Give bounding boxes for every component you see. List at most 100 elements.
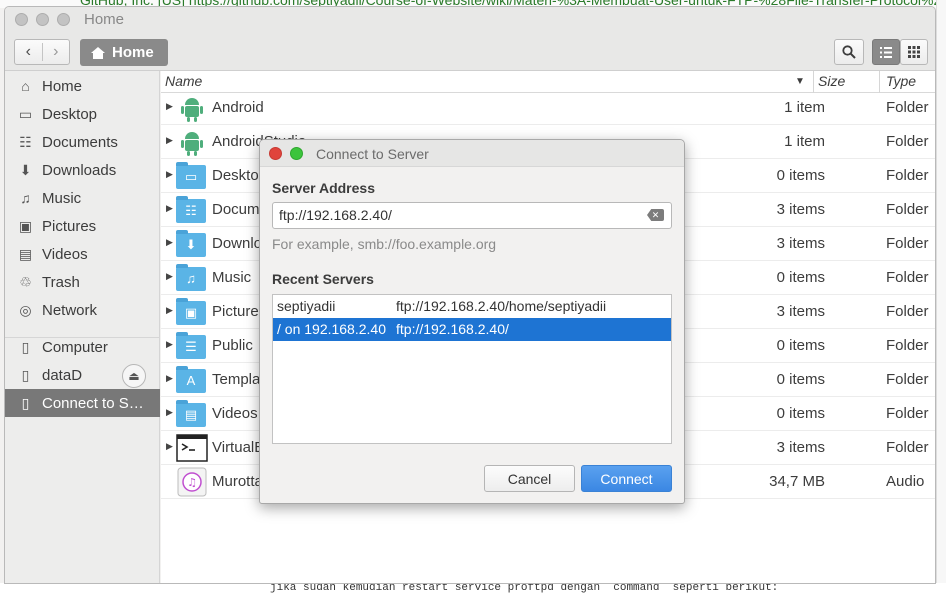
list-view-icon xyxy=(880,46,892,58)
background-document: jika sudah kemudian restart service prof… xyxy=(0,583,946,593)
sidebar-item-downloads[interactable]: ⬇ Downloads xyxy=(5,156,160,184)
column-divider xyxy=(813,71,814,93)
expand-arrow-icon[interactable]: ▶ xyxy=(166,101,173,112)
sidebar-item-connect-to-server[interactable]: ▯ Connect to S… xyxy=(5,389,160,417)
search-icon xyxy=(842,45,856,59)
expand-arrow-icon[interactable]: ▶ xyxy=(166,441,173,452)
videos-folder-icon: ▤ xyxy=(176,399,208,429)
recent-server-row[interactable]: / on 192.168.2.40 ftp://192.168.2.40/ xyxy=(273,318,671,341)
pictures-icon: ▣ xyxy=(18,217,33,234)
file-type: Folder xyxy=(886,133,929,150)
file-type: Folder xyxy=(886,337,929,354)
minimize-window-button[interactable] xyxy=(36,13,49,26)
recent-server-name: septiyadii xyxy=(277,298,336,314)
close-window-button[interactable] xyxy=(15,13,28,26)
templates-folder-icon: A xyxy=(176,365,208,395)
maximize-window-button[interactable] xyxy=(57,13,70,26)
column-header-size[interactable]: Size xyxy=(818,73,845,89)
chevron-left-icon[interactable]: ‹ xyxy=(15,43,43,61)
file-size: 3 items xyxy=(776,303,825,320)
file-type: Folder xyxy=(886,269,929,286)
recent-server-row[interactable]: septiyadii ftp://192.168.2.40/home/septi… xyxy=(273,295,671,318)
expand-arrow-icon[interactable]: ▶ xyxy=(166,339,173,350)
android-icon xyxy=(181,98,203,122)
file-size: 3 items xyxy=(776,235,825,252)
sidebar-item-network[interactable]: ◎ Network xyxy=(5,296,160,324)
expand-arrow-icon[interactable]: ▶ xyxy=(166,203,173,214)
column-divider xyxy=(879,71,880,93)
recent-server-url: ftp://192.168.2.40/ xyxy=(396,321,509,337)
sidebar-item-label: Computer xyxy=(42,338,108,356)
cancel-button[interactable]: Cancel xyxy=(484,465,575,492)
file-size: 0 items xyxy=(776,405,825,422)
search-button[interactable] xyxy=(834,39,864,65)
sidebar-item-videos[interactable]: ▤ Videos xyxy=(5,240,160,268)
file-row[interactable]: ▶ Android 1 item Folder xyxy=(161,91,935,125)
file-type: Folder xyxy=(886,235,929,252)
sidebar-item-label: dataD xyxy=(42,366,83,384)
column-header-name[interactable]: Name xyxy=(165,73,202,89)
window-title: Home xyxy=(84,11,125,28)
terminal-folder-icon xyxy=(176,434,208,462)
documents-icon: ☷ xyxy=(19,133,32,150)
dialog-close-button[interactable] xyxy=(269,147,282,160)
example-hint: For example, smb://foo.example.org xyxy=(272,236,497,252)
file-size: 1 item xyxy=(784,133,825,150)
file-type: Folder xyxy=(886,303,929,320)
file-size: 1 item xyxy=(784,99,825,116)
recent-server-name: / on 192.168.2.40 xyxy=(277,321,386,337)
file-size: 3 items xyxy=(776,201,825,218)
pictures-folder-icon: ▣ xyxy=(176,297,208,327)
window-titlebar: Home xyxy=(5,7,935,33)
column-header-type[interactable]: Type xyxy=(886,73,916,89)
sidebar-item-label: Music xyxy=(42,189,82,207)
eject-icon[interactable]: ⏏ xyxy=(122,364,146,388)
android-icon xyxy=(181,132,203,156)
trash-icon: ♲ xyxy=(19,273,32,290)
background-page-edge xyxy=(936,0,946,593)
sidebar-item-home[interactable]: ⌂ Home xyxy=(5,72,160,100)
home-icon xyxy=(91,46,105,59)
document-line: jika sudah kemudian restart service prof… xyxy=(270,583,779,593)
connect-button[interactable]: Connect xyxy=(581,465,672,492)
server-address-value: ftp://192.168.2.40/ xyxy=(279,207,392,223)
dialog-maximize-button[interactable] xyxy=(290,147,303,160)
sidebar-item-label: Network xyxy=(42,301,98,319)
sort-descending-icon[interactable]: ▼ xyxy=(795,76,805,87)
dialog-titlebar: Connect to Server xyxy=(260,140,684,167)
sidebar-item-pictures[interactable]: ▣ Pictures xyxy=(5,212,160,240)
clear-text-icon[interactable]: ✕ xyxy=(647,209,664,221)
server-address-input[interactable]: ftp://192.168.2.40/ ✕ xyxy=(272,202,672,229)
sidebar-item-desktop[interactable]: ▭ Desktop xyxy=(5,100,160,128)
recent-servers-list: septiyadii ftp://192.168.2.40/home/septi… xyxy=(272,294,672,444)
server-address-label: Server Address xyxy=(272,180,375,196)
expand-arrow-icon[interactable]: ▶ xyxy=(166,271,173,282)
network-icon: ◎ xyxy=(19,301,32,318)
file-type: Folder xyxy=(886,99,929,116)
expand-arrow-icon[interactable]: ▶ xyxy=(166,237,173,248)
computer-icon: ▯ xyxy=(21,338,30,355)
expand-arrow-icon[interactable]: ▶ xyxy=(166,305,173,316)
expand-arrow-icon[interactable]: ▶ xyxy=(166,135,173,146)
path-bar-home-button[interactable]: Home xyxy=(80,39,168,66)
file-type: Folder xyxy=(886,405,929,422)
list-view-button[interactable] xyxy=(872,39,900,65)
grid-view-button[interactable] xyxy=(900,39,928,65)
sidebar-item-music[interactable]: ♫ Music xyxy=(5,184,160,212)
sidebar-item-computer[interactable]: ▯ Computer xyxy=(5,333,160,361)
sidebar-item-label: Videos xyxy=(42,245,88,263)
chevron-right-icon[interactable]: › xyxy=(43,43,70,61)
file-type: Folder xyxy=(886,167,929,184)
sidebar-item-trash[interactable]: ♲ Trash xyxy=(5,268,160,296)
expand-arrow-icon[interactable]: ▶ xyxy=(166,373,173,384)
desktop-icon: ▭ xyxy=(18,105,33,122)
expand-arrow-icon[interactable]: ▶ xyxy=(166,407,173,418)
music-folder-icon: ♫ xyxy=(176,263,208,293)
file-size: 34,7 MB xyxy=(769,473,825,490)
file-size: 0 items xyxy=(776,371,825,388)
file-type: Folder xyxy=(886,439,929,456)
sidebar-item-documents[interactable]: ☷ Documents xyxy=(5,128,160,156)
sidebar-item-label: Trash xyxy=(42,273,80,291)
expand-arrow-icon[interactable]: ▶ xyxy=(166,169,173,180)
list-header: Name ▼ Size Type xyxy=(161,71,935,93)
